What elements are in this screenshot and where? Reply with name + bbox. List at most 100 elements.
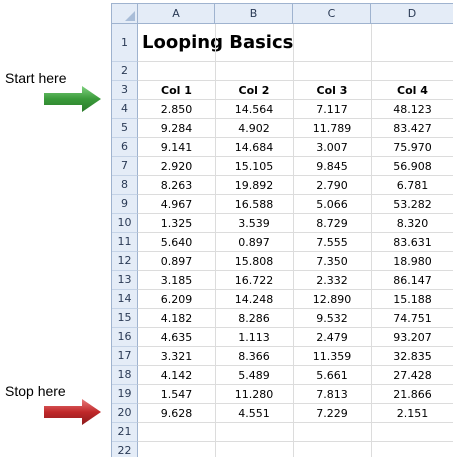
data-cell[interactable]: 9.141 <box>138 138 215 157</box>
data-cell[interactable]: 7.117 <box>293 100 371 119</box>
data-cell[interactable]: 11.359 <box>293 347 371 366</box>
data-cell[interactable]: 83.631 <box>371 233 453 252</box>
data-cell[interactable]: 19.892 <box>215 176 293 195</box>
column-header-a[interactable]: A <box>138 4 215 24</box>
data-cell[interactable]: 9.845 <box>293 157 371 176</box>
data-cell[interactable]: 7.555 <box>293 233 371 252</box>
column-header-d[interactable]: D <box>371 4 453 24</box>
data-cell[interactable]: 16.722 <box>215 271 293 290</box>
data-cell[interactable]: 12.890 <box>293 290 371 309</box>
select-all-corner[interactable] <box>112 4 138 24</box>
data-cell[interactable]: 8.320 <box>371 214 453 233</box>
data-cell[interactable]: 7.813 <box>293 385 371 404</box>
data-cell[interactable]: 4.182 <box>138 309 215 328</box>
data-cell[interactable]: 8.729 <box>293 214 371 233</box>
row-header-13[interactable]: 13 <box>112 271 138 290</box>
column-header-c[interactable]: C <box>293 4 371 24</box>
sheet-title[interactable]: Looping Basics <box>142 26 293 60</box>
data-cell[interactable]: 8.263 <box>138 176 215 195</box>
column-header-b[interactable]: B <box>215 4 293 24</box>
column-title-cell[interactable]: Col 2 <box>215 81 293 100</box>
data-cell[interactable]: 32.835 <box>371 347 453 366</box>
data-cell[interactable]: 5.661 <box>293 366 371 385</box>
data-cell[interactable]: 9.284 <box>138 119 215 138</box>
row-header-10[interactable]: 10 <box>112 214 138 233</box>
data-cell[interactable]: 4.551 <box>215 404 293 423</box>
data-cell[interactable]: 86.147 <box>371 271 453 290</box>
data-cell[interactable]: 6.209 <box>138 290 215 309</box>
row-header-1[interactable]: 1 <box>112 24 138 62</box>
data-cell[interactable]: 74.751 <box>371 309 453 328</box>
data-cell[interactable]: 0.897 <box>138 252 215 271</box>
row-header-8[interactable]: 8 <box>112 176 138 195</box>
data-cell[interactable]: 4.967 <box>138 195 215 214</box>
data-cell[interactable]: 15.188 <box>371 290 453 309</box>
row-header-16[interactable]: 16 <box>112 328 138 347</box>
row-header-4[interactable]: 4 <box>112 100 138 119</box>
row-header-15[interactable]: 15 <box>112 309 138 328</box>
data-cell[interactable]: 11.280 <box>215 385 293 404</box>
data-cell[interactable]: 18.980 <box>371 252 453 271</box>
data-cell[interactable]: 4.142 <box>138 366 215 385</box>
row-header-12[interactable]: 12 <box>112 252 138 271</box>
data-cell[interactable]: 2.850 <box>138 100 215 119</box>
data-cell[interactable]: 8.366 <box>215 347 293 366</box>
data-cell[interactable]: 4.902 <box>215 119 293 138</box>
row-header-14[interactable]: 14 <box>112 290 138 309</box>
data-cell[interactable]: 14.684 <box>215 138 293 157</box>
data-cell[interactable]: 7.229 <box>293 404 371 423</box>
data-cell[interactable]: 27.428 <box>371 366 453 385</box>
row-header-3[interactable]: 3 <box>112 81 138 100</box>
data-cell[interactable]: 2.790 <box>293 176 371 195</box>
data-cell[interactable]: 15.808 <box>215 252 293 271</box>
data-cell[interactable]: 2.920 <box>138 157 215 176</box>
data-cell[interactable]: 53.282 <box>371 195 453 214</box>
row-header-19[interactable]: 19 <box>112 385 138 404</box>
data-cell[interactable]: 2.332 <box>293 271 371 290</box>
row-header-22[interactable]: 22 <box>112 442 138 457</box>
row-header-20[interactable]: 20 <box>112 404 138 423</box>
row-header-5[interactable]: 5 <box>112 119 138 138</box>
data-cell[interactable]: 3.185 <box>138 271 215 290</box>
row-header-11[interactable]: 11 <box>112 233 138 252</box>
data-cell[interactable]: 1.547 <box>138 385 215 404</box>
data-cell[interactable]: 5.489 <box>215 366 293 385</box>
data-cell[interactable]: 16.588 <box>215 195 293 214</box>
data-cell[interactable]: 8.286 <box>215 309 293 328</box>
data-cell[interactable]: 56.908 <box>371 157 453 176</box>
data-cell[interactable]: 93.207 <box>371 328 453 347</box>
data-cell[interactable]: 2.151 <box>371 404 453 423</box>
data-cell[interactable]: 11.789 <box>293 119 371 138</box>
row-header-6[interactable]: 6 <box>112 138 138 157</box>
data-cell[interactable]: 1.113 <box>215 328 293 347</box>
data-cell[interactable]: 0.897 <box>215 233 293 252</box>
data-cell[interactable]: 1.325 <box>138 214 215 233</box>
data-cell[interactable]: 48.123 <box>371 100 453 119</box>
column-title-cell[interactable]: Col 1 <box>138 81 215 100</box>
data-cell[interactable]: 14.564 <box>215 100 293 119</box>
data-cell[interactable]: 5.066 <box>293 195 371 214</box>
row-header-17[interactable]: 17 <box>112 347 138 366</box>
data-cell[interactable]: 21.866 <box>371 385 453 404</box>
row-header-9[interactable]: 9 <box>112 195 138 214</box>
data-cell[interactable]: 75.970 <box>371 138 453 157</box>
data-cell[interactable]: 15.105 <box>215 157 293 176</box>
data-cell[interactable]: 3.007 <box>293 138 371 157</box>
data-cell[interactable]: 3.321 <box>138 347 215 366</box>
column-title-cell[interactable]: Col 4 <box>371 81 453 100</box>
data-cell[interactable]: 5.640 <box>138 233 215 252</box>
row-header-2[interactable]: 2 <box>112 62 138 81</box>
data-cell[interactable]: 14.248 <box>215 290 293 309</box>
data-cell[interactable]: 6.781 <box>371 176 453 195</box>
data-cell[interactable]: 3.539 <box>215 214 293 233</box>
data-cell[interactable]: 9.532 <box>293 309 371 328</box>
row-header-21[interactable]: 21 <box>112 423 138 442</box>
data-cell[interactable]: 7.350 <box>293 252 371 271</box>
data-cell[interactable]: 9.628 <box>138 404 215 423</box>
row-header-18[interactable]: 18 <box>112 366 138 385</box>
data-cell[interactable]: 83.427 <box>371 119 453 138</box>
data-cell[interactable]: 2.479 <box>293 328 371 347</box>
data-cell[interactable]: 4.635 <box>138 328 215 347</box>
column-title-cell[interactable]: Col 3 <box>293 81 371 100</box>
row-header-7[interactable]: 7 <box>112 157 138 176</box>
